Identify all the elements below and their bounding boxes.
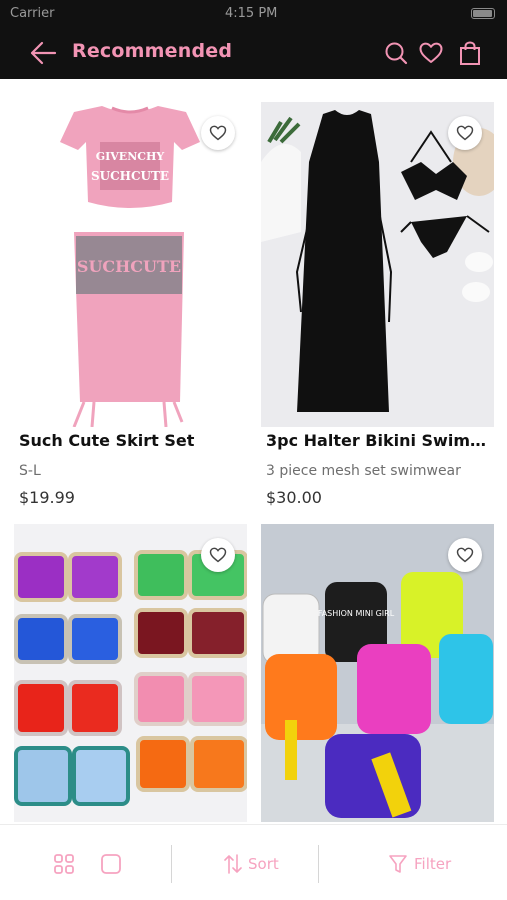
single-view-icon[interactable] bbox=[100, 853, 122, 875]
favorite-button[interactable] bbox=[448, 116, 482, 150]
product-price: $19.99 bbox=[19, 488, 75, 507]
clock: 4:15 PM bbox=[225, 6, 278, 21]
heart-icon bbox=[209, 547, 227, 563]
sort-button[interactable]: Sort bbox=[224, 849, 279, 879]
battery-icon bbox=[471, 8, 495, 19]
product-price: $30.00 bbox=[266, 488, 322, 507]
favorite-button[interactable] bbox=[201, 538, 235, 572]
heart-icon bbox=[209, 125, 227, 141]
toolbar-divider bbox=[318, 845, 319, 883]
bag-print-text: FASHION MINI GIRL bbox=[318, 609, 395, 618]
product-name[interactable]: 3pc Halter Bikini Swimsu... bbox=[266, 431, 491, 450]
product-image[interactable]: FASHION MINI GIRL bbox=[261, 524, 494, 822]
top-app-bar: Recommended bbox=[0, 28, 507, 79]
product-subtitle: 3 piece mesh set swimwear bbox=[266, 463, 461, 479]
page-title: Recommended bbox=[72, 40, 233, 62]
back-arrow-icon[interactable] bbox=[28, 40, 58, 66]
heart-icon bbox=[456, 547, 474, 563]
skirt-print-text: SUCHCUTE bbox=[77, 257, 181, 276]
product-name[interactable]: Such Cute Skirt Set bbox=[19, 431, 244, 450]
sort-label: Sort bbox=[248, 855, 279, 873]
sort-icon bbox=[224, 854, 242, 874]
product-image[interactable]: GIVENCHY SUCHCUTE SUCHCUTE bbox=[14, 102, 247, 427]
heart-icon bbox=[456, 125, 474, 141]
favorite-button[interactable] bbox=[201, 116, 235, 150]
product-subtitle: S-L bbox=[19, 463, 41, 479]
status-bar: Carrier 4:15 PM bbox=[0, 0, 507, 28]
filter-icon bbox=[389, 855, 407, 873]
filter-label: Filter bbox=[414, 855, 452, 873]
favorite-button[interactable] bbox=[448, 538, 482, 572]
toolbar-divider bbox=[171, 845, 172, 883]
grid-view-icon[interactable] bbox=[53, 853, 75, 875]
carrier-label: Carrier bbox=[10, 6, 55, 21]
top-print-text: GIVENCHY bbox=[96, 150, 165, 163]
product-image[interactable] bbox=[14, 524, 247, 822]
bottom-toolbar: Sort Filter bbox=[0, 824, 507, 900]
top-print-text-2: SUCHCUTE bbox=[91, 169, 169, 183]
wishlist-heart-icon[interactable] bbox=[417, 39, 445, 67]
filter-button[interactable]: Filter bbox=[388, 849, 451, 879]
product-image[interactable] bbox=[261, 102, 494, 427]
shopping-bag-icon[interactable] bbox=[456, 39, 484, 67]
search-icon[interactable] bbox=[382, 39, 410, 67]
